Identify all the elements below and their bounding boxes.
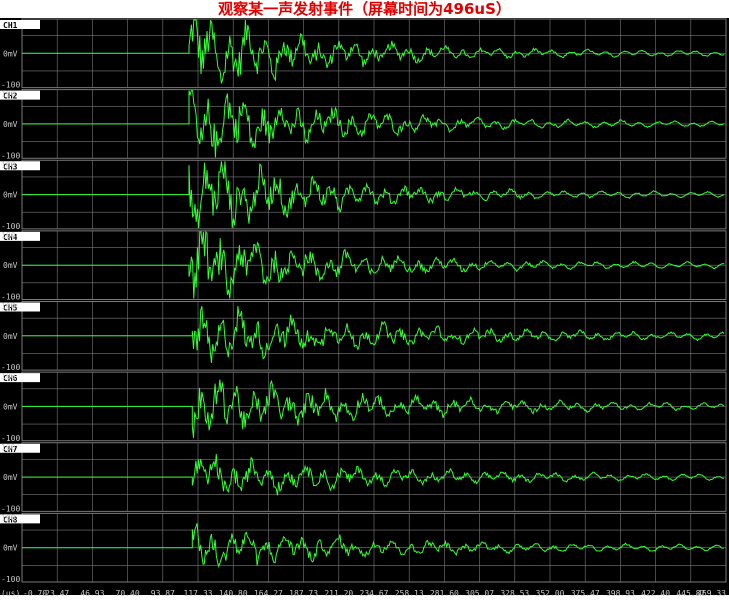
scale-bottom-label: -100 xyxy=(1,151,20,160)
channel-plot-area: CH10mV-100CH21000mV-100CH31000mV-100CH41… xyxy=(0,18,727,583)
time-axis-unit: (us) xyxy=(1,589,20,598)
time-axis-tick: 234.67 xyxy=(360,589,389,598)
time-axis-tick: 422.40 xyxy=(641,589,670,598)
time-axis-tick: 469.33 xyxy=(697,589,726,598)
scale-zero-label: 0mV xyxy=(3,261,18,270)
scale-top-label: 100 xyxy=(1,160,16,169)
scale-zero-label: 0mV xyxy=(3,49,18,58)
time-axis-tick: 398.93 xyxy=(606,589,635,598)
scale-bottom-label: -100 xyxy=(1,434,20,443)
scale-top-label: 100 xyxy=(1,90,16,99)
scale-bottom-label: -100 xyxy=(1,363,20,372)
scale-zero-label: 0mV xyxy=(3,544,18,553)
time-axis-tick: 211.20 xyxy=(324,589,353,598)
time-axis-tick: 23.47 xyxy=(45,589,69,598)
waveform-trace xyxy=(22,379,725,438)
oscilloscope-display: CH1 0mV -100 CH2 100 0mV -100 CH3 100 0mV -100 CH4 1… xyxy=(0,18,729,583)
time-axis-tick: 281.60 xyxy=(430,589,459,598)
time-axis: (us) -0.70 23.47 46.93 70.40 93.87 117.33 140.8… xyxy=(0,583,729,598)
scale-bottom-label: -100 xyxy=(1,81,20,90)
scale-bottom-label: -100 xyxy=(1,222,20,231)
scale-top-label: 100 xyxy=(1,231,16,240)
scale-zero-label: 0mV xyxy=(3,473,18,482)
time-axis-tick: 46.93 xyxy=(80,589,104,598)
time-axis-tick: 258.13 xyxy=(395,589,424,598)
scale-zero-label: 0mV xyxy=(3,120,18,129)
scale-bottom-label: -100 xyxy=(1,504,20,513)
waveform-trace xyxy=(22,454,724,496)
time-axis-tick: 375.47 xyxy=(571,589,600,598)
time-axis-tick: 305.07 xyxy=(465,589,494,598)
time-axis-tick: 187.73 xyxy=(289,589,318,598)
channel-tag: CH1 xyxy=(3,21,18,30)
waveform-trace xyxy=(22,305,725,363)
scale-zero-label: 0mV xyxy=(3,402,18,411)
time-axis-labels: (us) -0.7023.47 46.93 70.40 93.87 117.33 140.8… xyxy=(1,589,726,598)
time-axis-tick: 93.87 xyxy=(151,589,175,598)
scale-zero-label: 0mV xyxy=(3,191,18,200)
scale-top-label: 100 xyxy=(1,513,16,522)
scale-top-label: 100 xyxy=(1,443,16,452)
scale-bottom-label: -100 xyxy=(1,293,20,302)
scale-bottom-label: -100 xyxy=(1,575,20,583)
time-axis-tick: 164.27 xyxy=(254,589,283,598)
time-axis-tick: 117.33 xyxy=(184,589,213,598)
scale-top-label: 100 xyxy=(1,302,16,311)
time-axis-tick: -0.70 xyxy=(23,589,47,598)
time-axis-tick: 70.40 xyxy=(116,589,140,598)
window-title: 观察某一声发射事件（屏幕时间为496uS） xyxy=(218,0,511,18)
scale-top-label: 100 xyxy=(1,372,16,381)
time-axis-tick: 140.80 xyxy=(219,589,248,598)
time-axis-tick: 328.53 xyxy=(500,589,529,598)
time-axis-tick: 352.00 xyxy=(536,589,565,598)
scale-zero-label: 0mV xyxy=(3,332,18,341)
